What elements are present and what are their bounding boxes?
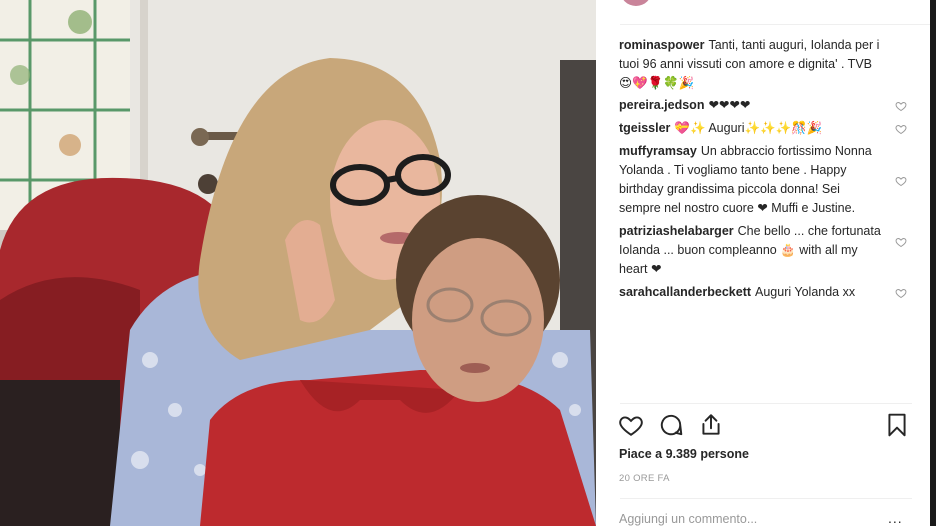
comment-username[interactable]: pereira.jedson <box>619 98 704 112</box>
post-timestamp[interactable]: 20 ORE FA <box>619 473 670 484</box>
more-options-button[interactable]: ... <box>888 510 903 526</box>
heart-icon[interactable] <box>618 412 644 438</box>
header-divider <box>620 24 930 25</box>
heart-outline-icon[interactable] <box>895 123 907 135</box>
comment-item: muffyramsay Un abbraccio fortissimo Nonna… <box>619 142 909 218</box>
comment-username[interactable]: tgeissler <box>619 121 670 135</box>
likes-count[interactable]: Piace a 9.389 persone <box>619 447 749 461</box>
comment-text: ❤❤❤❤ <box>708 98 751 112</box>
heart-outline-icon[interactable] <box>895 100 907 112</box>
caption: rominaspower Tanti, tanti auguri, Iolanda… <box>619 36 909 93</box>
comment-item: tgeissler 💝✨ Auguri✨✨✨🎊🎉 <box>619 119 909 138</box>
actions-divider <box>620 403 912 404</box>
heart-outline-icon[interactable] <box>895 236 907 248</box>
add-comment-input[interactable]: Aggiungi un commento... <box>619 512 757 526</box>
comment-username[interactable]: sarahcallanderbeckett <box>619 285 751 299</box>
heart-outline-icon[interactable] <box>895 287 907 299</box>
post-sidebar: rominaspower Tanti, tanti auguri, Iolanda… <box>596 0 930 526</box>
caption-username[interactable]: rominaspower <box>619 38 704 52</box>
bookmark-icon[interactable] <box>884 412 910 438</box>
comment-icon[interactable] <box>658 412 684 438</box>
comment-username[interactable]: patriziashelabarger <box>619 224 734 238</box>
post-photo[interactable] <box>0 0 596 526</box>
share-icon[interactable] <box>698 412 724 438</box>
comments-list: rominaspower Tanti, tanti auguri, Iolanda… <box>619 36 909 306</box>
comment-text: 💝✨ Auguri✨✨✨🎊🎉 <box>674 121 823 135</box>
avatar[interactable] <box>620 0 652 6</box>
heart-outline-icon[interactable] <box>895 175 907 187</box>
page-edge <box>930 0 936 526</box>
comment-item: patriziashelabarger Che bello ... che for… <box>619 222 909 279</box>
comment-text: Auguri Yolanda xx <box>755 285 856 299</box>
comment-divider <box>620 498 912 499</box>
comment-item: pereira.jedson ❤❤❤❤ <box>619 96 909 115</box>
photo-image <box>0 0 596 526</box>
comment-item: sarahcallanderbeckett Auguri Yolanda xx <box>619 283 909 302</box>
comment-username[interactable]: muffyramsay <box>619 144 697 158</box>
